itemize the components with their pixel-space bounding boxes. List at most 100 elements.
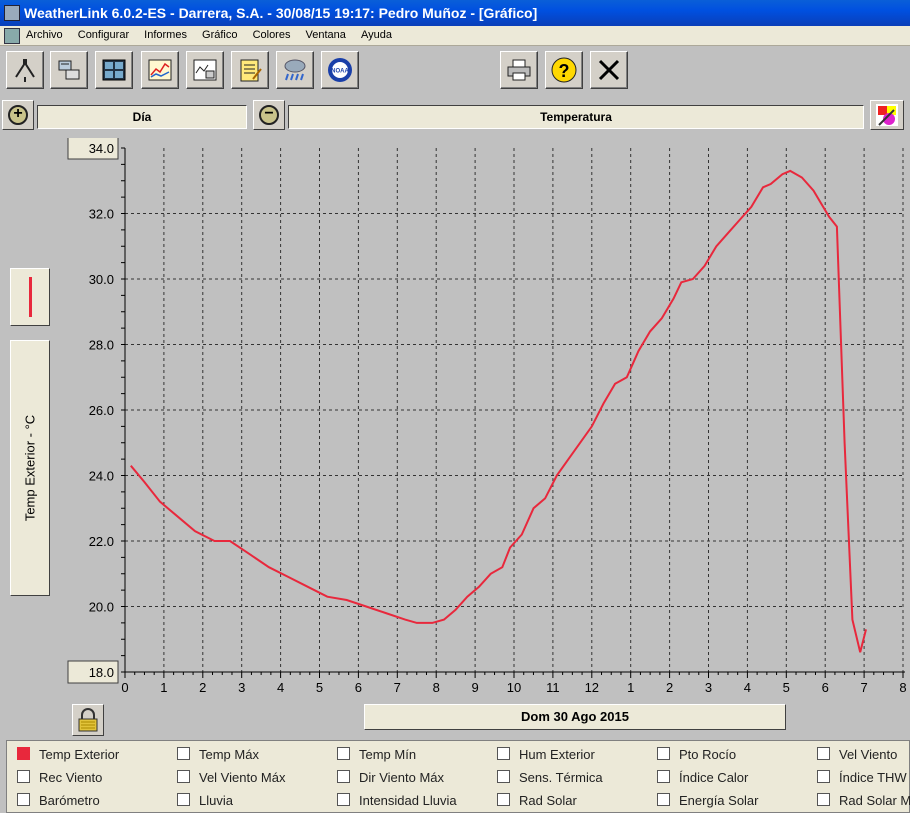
zoom-in-icon: +	[8, 105, 28, 125]
legend-checkbox[interactable]	[497, 747, 510, 761]
y-tick-label: 30.0	[89, 272, 114, 287]
legend-item[interactable]: Índice Calor	[657, 770, 748, 790]
legend-checkbox[interactable]	[17, 793, 30, 807]
x-tick-label: 7	[394, 680, 401, 695]
legend-label: Energía Solar	[679, 793, 759, 808]
legend-item[interactable]: Energía Solar	[657, 793, 759, 813]
legend-checkbox[interactable]	[657, 770, 670, 784]
legend-label: Pto Rocío	[679, 747, 737, 762]
legend-item[interactable]: Temp Exterior	[17, 747, 119, 767]
menu-ventana[interactable]: Ventana	[306, 26, 346, 44]
legend-label: Rec Viento	[39, 770, 103, 785]
legend-label: Vel Viento	[839, 747, 898, 762]
noaa-icon: NOAA	[328, 58, 352, 82]
zoom-out-icon: −	[259, 105, 279, 125]
legend-item[interactable]: Intensidad Lluvia	[337, 793, 457, 813]
legend-item[interactable]: Barómetro	[17, 793, 100, 813]
legend-item[interactable]: Sens. Térmica	[497, 770, 603, 790]
x-tick-label: 5	[316, 680, 323, 695]
legend-item[interactable]: Rad Solar Máx	[817, 793, 910, 813]
legend-item[interactable]: Pto Rocío	[657, 747, 736, 767]
legend-item[interactable]: Temp Máx	[177, 747, 259, 767]
x-tick-label: 12	[585, 680, 599, 695]
legend-item[interactable]: Vel Viento Máx	[177, 770, 285, 790]
legend-checkbox[interactable]	[337, 747, 350, 761]
noaa-button[interactable]: NOAA	[321, 51, 359, 89]
legend-checkbox[interactable]	[657, 793, 670, 807]
close-button[interactable]	[590, 51, 628, 89]
toolbar: NOAA ?	[0, 47, 910, 95]
legend-item[interactable]: Dir Viento Máx	[337, 770, 444, 790]
x-tick-label: 3	[705, 680, 712, 695]
menu-bar: Archivo Configurar Informes Gráfico Colo…	[0, 26, 910, 46]
variable-field[interactable]: Temperatura	[288, 105, 864, 129]
legend-item[interactable]: Rec Viento	[17, 770, 102, 790]
series-line-temp-exterior	[130, 169, 867, 653]
rain-button[interactable]	[276, 51, 314, 89]
document-icon[interactable]	[4, 28, 20, 44]
menu-informes[interactable]: Informes	[144, 26, 187, 44]
zoom-in-button[interactable]: +	[2, 100, 34, 130]
paint-icon	[876, 104, 898, 126]
x-tick-label: 1	[160, 680, 167, 695]
legend-item[interactable]: Vel Viento	[817, 747, 897, 767]
rain-icon	[284, 59, 306, 81]
legend-checkbox[interactable]	[337, 793, 350, 807]
legend-item[interactable]: Lluvia	[177, 793, 233, 813]
printer-icon	[507, 59, 531, 81]
legend-checkbox[interactable]	[17, 747, 30, 761]
legend-label: Intensidad Lluvia	[359, 793, 457, 808]
menu-archivo[interactable]: Archivo	[26, 26, 63, 44]
legend-checkbox[interactable]	[497, 793, 510, 807]
x-tick-label: 5	[783, 680, 790, 695]
legend-label: Índice THW	[839, 770, 907, 785]
menu-ayuda[interactable]: Ayuda	[361, 26, 392, 44]
menu-colores[interactable]: Colores	[253, 26, 291, 44]
x-tick-label: 4	[277, 680, 284, 695]
help-button[interactable]: ?	[545, 51, 583, 89]
legend-item[interactable]: Índice THW	[817, 770, 907, 790]
legend-item[interactable]: Hum Exterior	[497, 747, 595, 767]
y-tick-label: 28.0	[89, 338, 114, 353]
bulletin-button[interactable]	[95, 51, 133, 89]
legend-checkbox[interactable]	[337, 770, 350, 784]
date-label[interactable]: Dom 30 Ago 2015	[364, 704, 786, 730]
legend-label: Temp Mín	[359, 747, 417, 762]
legend-checkbox[interactable]	[817, 770, 830, 784]
y-tick-label: 32.0	[89, 207, 114, 222]
legend-checkbox[interactable]	[817, 793, 830, 807]
zoom-out-button[interactable]: −	[253, 100, 285, 130]
legend-checkbox[interactable]	[657, 747, 670, 761]
strip-chart-button[interactable]	[186, 51, 224, 89]
bulletin-icon	[102, 59, 126, 81]
legend-checkbox[interactable]	[817, 747, 830, 761]
station-button[interactable]	[6, 51, 44, 89]
legend-item[interactable]: Rad Solar	[497, 793, 577, 813]
x-tick-label: 1	[627, 680, 634, 695]
legend-label: Temp Exterior	[39, 747, 120, 762]
chart-icon	[148, 59, 172, 81]
legend-checkbox[interactable]	[177, 793, 190, 807]
legend-checkbox[interactable]	[497, 770, 510, 784]
legend-checkbox[interactable]	[17, 770, 30, 784]
color-settings-button[interactable]	[870, 100, 904, 130]
legend-checkbox[interactable]	[177, 747, 190, 761]
legend-checkbox[interactable]	[177, 770, 190, 784]
menu-configurar[interactable]: Configurar	[78, 26, 129, 44]
notes-button[interactable]	[231, 51, 269, 89]
series-legend: Temp Exterior Temp Máx Temp Mín Hum Exterio…	[6, 740, 910, 813]
menu-grafico[interactable]: Gráfico	[202, 26, 237, 44]
x-tick-label: 3	[238, 680, 245, 695]
x-tick-label: 0	[121, 680, 128, 695]
x-tick-label: 10	[507, 680, 521, 695]
svg-text:?: ?	[559, 61, 570, 81]
print-button[interactable]	[500, 51, 538, 89]
legend-item[interactable]: Temp Mín	[337, 747, 416, 767]
y-tick-label: 20.0	[89, 600, 114, 615]
period-field[interactable]: Día	[37, 105, 247, 129]
chart-button[interactable]	[141, 51, 179, 89]
lock-button[interactable]	[72, 704, 104, 736]
console-button[interactable]	[50, 51, 88, 89]
legend-label: Dir Viento Máx	[359, 770, 445, 785]
x-tick-label: 2	[199, 680, 206, 695]
